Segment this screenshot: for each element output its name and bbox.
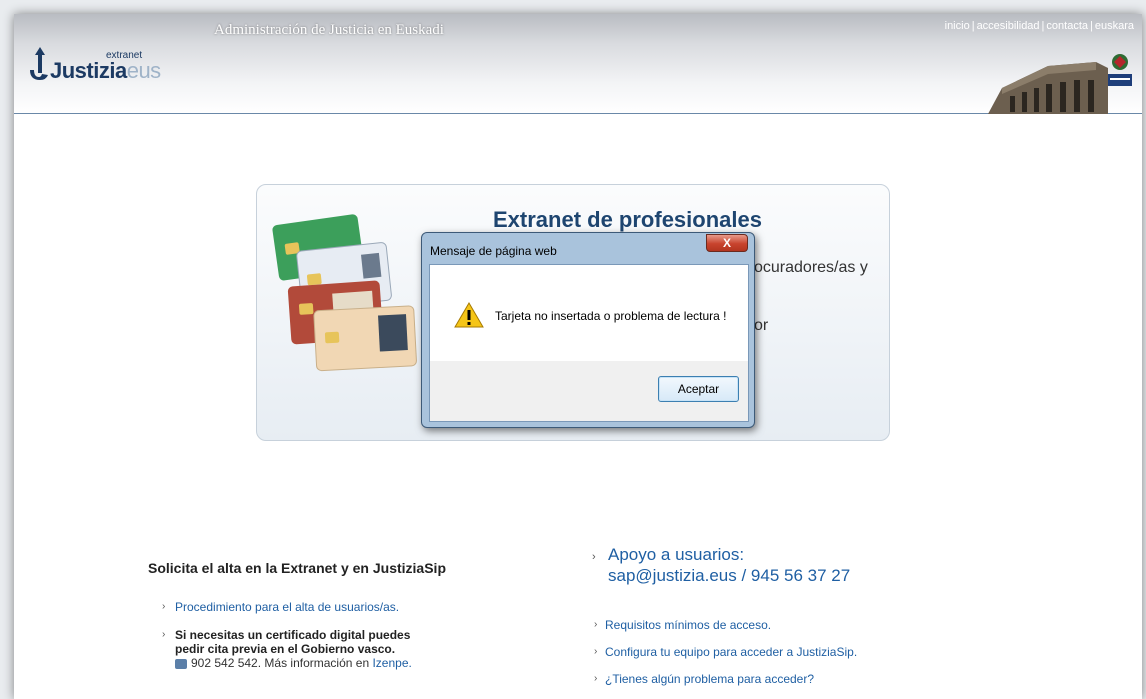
bullet-icon: ›	[162, 629, 166, 640]
bullet-icon: ›	[594, 646, 598, 657]
support-line-2: sap@justizia.eus / 945 56 37 27	[608, 566, 851, 585]
list-item: › Si necesitas un certificado digital pu…	[148, 628, 568, 670]
support-heading: › Apoyo a usuarios: sap@justizia.eus / 9…	[592, 544, 1012, 586]
support-section: › Apoyo a usuarios: sap@justizia.eus / 9…	[592, 544, 1012, 686]
dialog-message: Tarjeta no insertada o problema de lectu…	[495, 309, 727, 323]
card-title: Extranet de profesionales	[493, 207, 762, 232]
header-title: Administración de Justicia en Euskadi	[214, 22, 444, 38]
signup-section: Solicita el alta en la Extranet y en Jus…	[148, 560, 568, 670]
site-header: Administración de Justicia en Euskadi in…	[14, 14, 1142, 114]
procedure-link[interactable]: Procedimiento para el alta de usuarios/a…	[175, 600, 399, 614]
link-inicio[interactable]: inicio	[945, 20, 970, 32]
ok-button[interactable]: Aceptar	[658, 376, 739, 402]
bullet-icon: ›	[162, 601, 166, 612]
separator: |	[1090, 20, 1093, 32]
signup-heading: Solicita el alta en la Extranet y en Jus…	[148, 560, 446, 576]
dialog-message-area: Tarjeta no insertada o problema de lectu…	[430, 265, 748, 361]
alert-dialog: Mensaje de página web X Tarjeta no inser…	[421, 232, 755, 428]
separator: |	[1041, 20, 1045, 32]
certificate-text-2: pedir cita previa en el Gobierno vasco.	[175, 642, 396, 656]
logo-suffix: eus	[126, 58, 161, 83]
signup-links: › Procedimiento para el alta de usuarios…	[148, 600, 568, 670]
bullet-icon: ›	[592, 551, 596, 563]
link-accesibilidad[interactable]: accesibilidad	[977, 20, 1040, 32]
justizia-logo-icon	[30, 47, 48, 80]
phone-icon	[175, 658, 187, 669]
logo-main: Justizia	[50, 58, 127, 83]
browser-page: Administración de Justicia en Euskadi in…	[14, 14, 1142, 699]
building-image	[988, 62, 1108, 114]
support-links: › Requisitos mínimos de acceso. › Config…	[592, 618, 1012, 699]
justizia-logo[interactable]: extranet Justiziaeus	[28, 44, 161, 84]
id-cards-image	[272, 214, 417, 372]
link-contacta[interactable]: contacta	[1046, 20, 1088, 32]
configure-link[interactable]: Configura tu equipo para acceder a Justi…	[605, 645, 857, 659]
bullet-icon: ›	[594, 619, 598, 630]
link-euskara[interactable]: euskara	[1095, 20, 1134, 32]
list-item: › Procedimiento para el alta de usuarios…	[148, 600, 568, 614]
izenpe-link[interactable]: Izenpe.	[372, 656, 411, 670]
dialog-title: Mensaje de página web	[430, 244, 557, 258]
dialog-body: Tarjeta no insertada o problema de lectu…	[429, 264, 749, 422]
list-item: › ¿Tienes algún problema para acceder?	[592, 672, 1012, 686]
list-item: › Requisitos mínimos de acceso.	[592, 618, 1012, 632]
card-text-2: or	[754, 317, 769, 334]
certificate-text-1: Si necesitas un certificado digital pued…	[175, 628, 411, 642]
separator: |	[971, 20, 975, 32]
warning-icon	[454, 302, 484, 328]
bullet-icon: ›	[594, 673, 598, 684]
list-item: › Configura tu equipo para acceder a Jus…	[592, 645, 1012, 659]
top-links: inicio | accesibilidad | contacta | euskara	[945, 20, 1134, 32]
card-text-1: ocuradores/as y	[754, 259, 868, 276]
phone-line: 902 542 542. Más información en Izenpe.	[175, 656, 568, 670]
gobierno-vasco-logo-icon	[1108, 54, 1132, 86]
phone-text: 902 542 542. Más información en	[191, 656, 370, 670]
requirements-link[interactable]: Requisitos mínimos de acceso.	[605, 618, 771, 632]
logo-wordmark: Justiziaeus	[50, 58, 161, 84]
access-problem-link[interactable]: ¿Tienes algún problema para acceder?	[605, 672, 814, 686]
close-button[interactable]: X	[706, 234, 748, 252]
support-line-1: Apoyo a usuarios:	[608, 545, 745, 564]
